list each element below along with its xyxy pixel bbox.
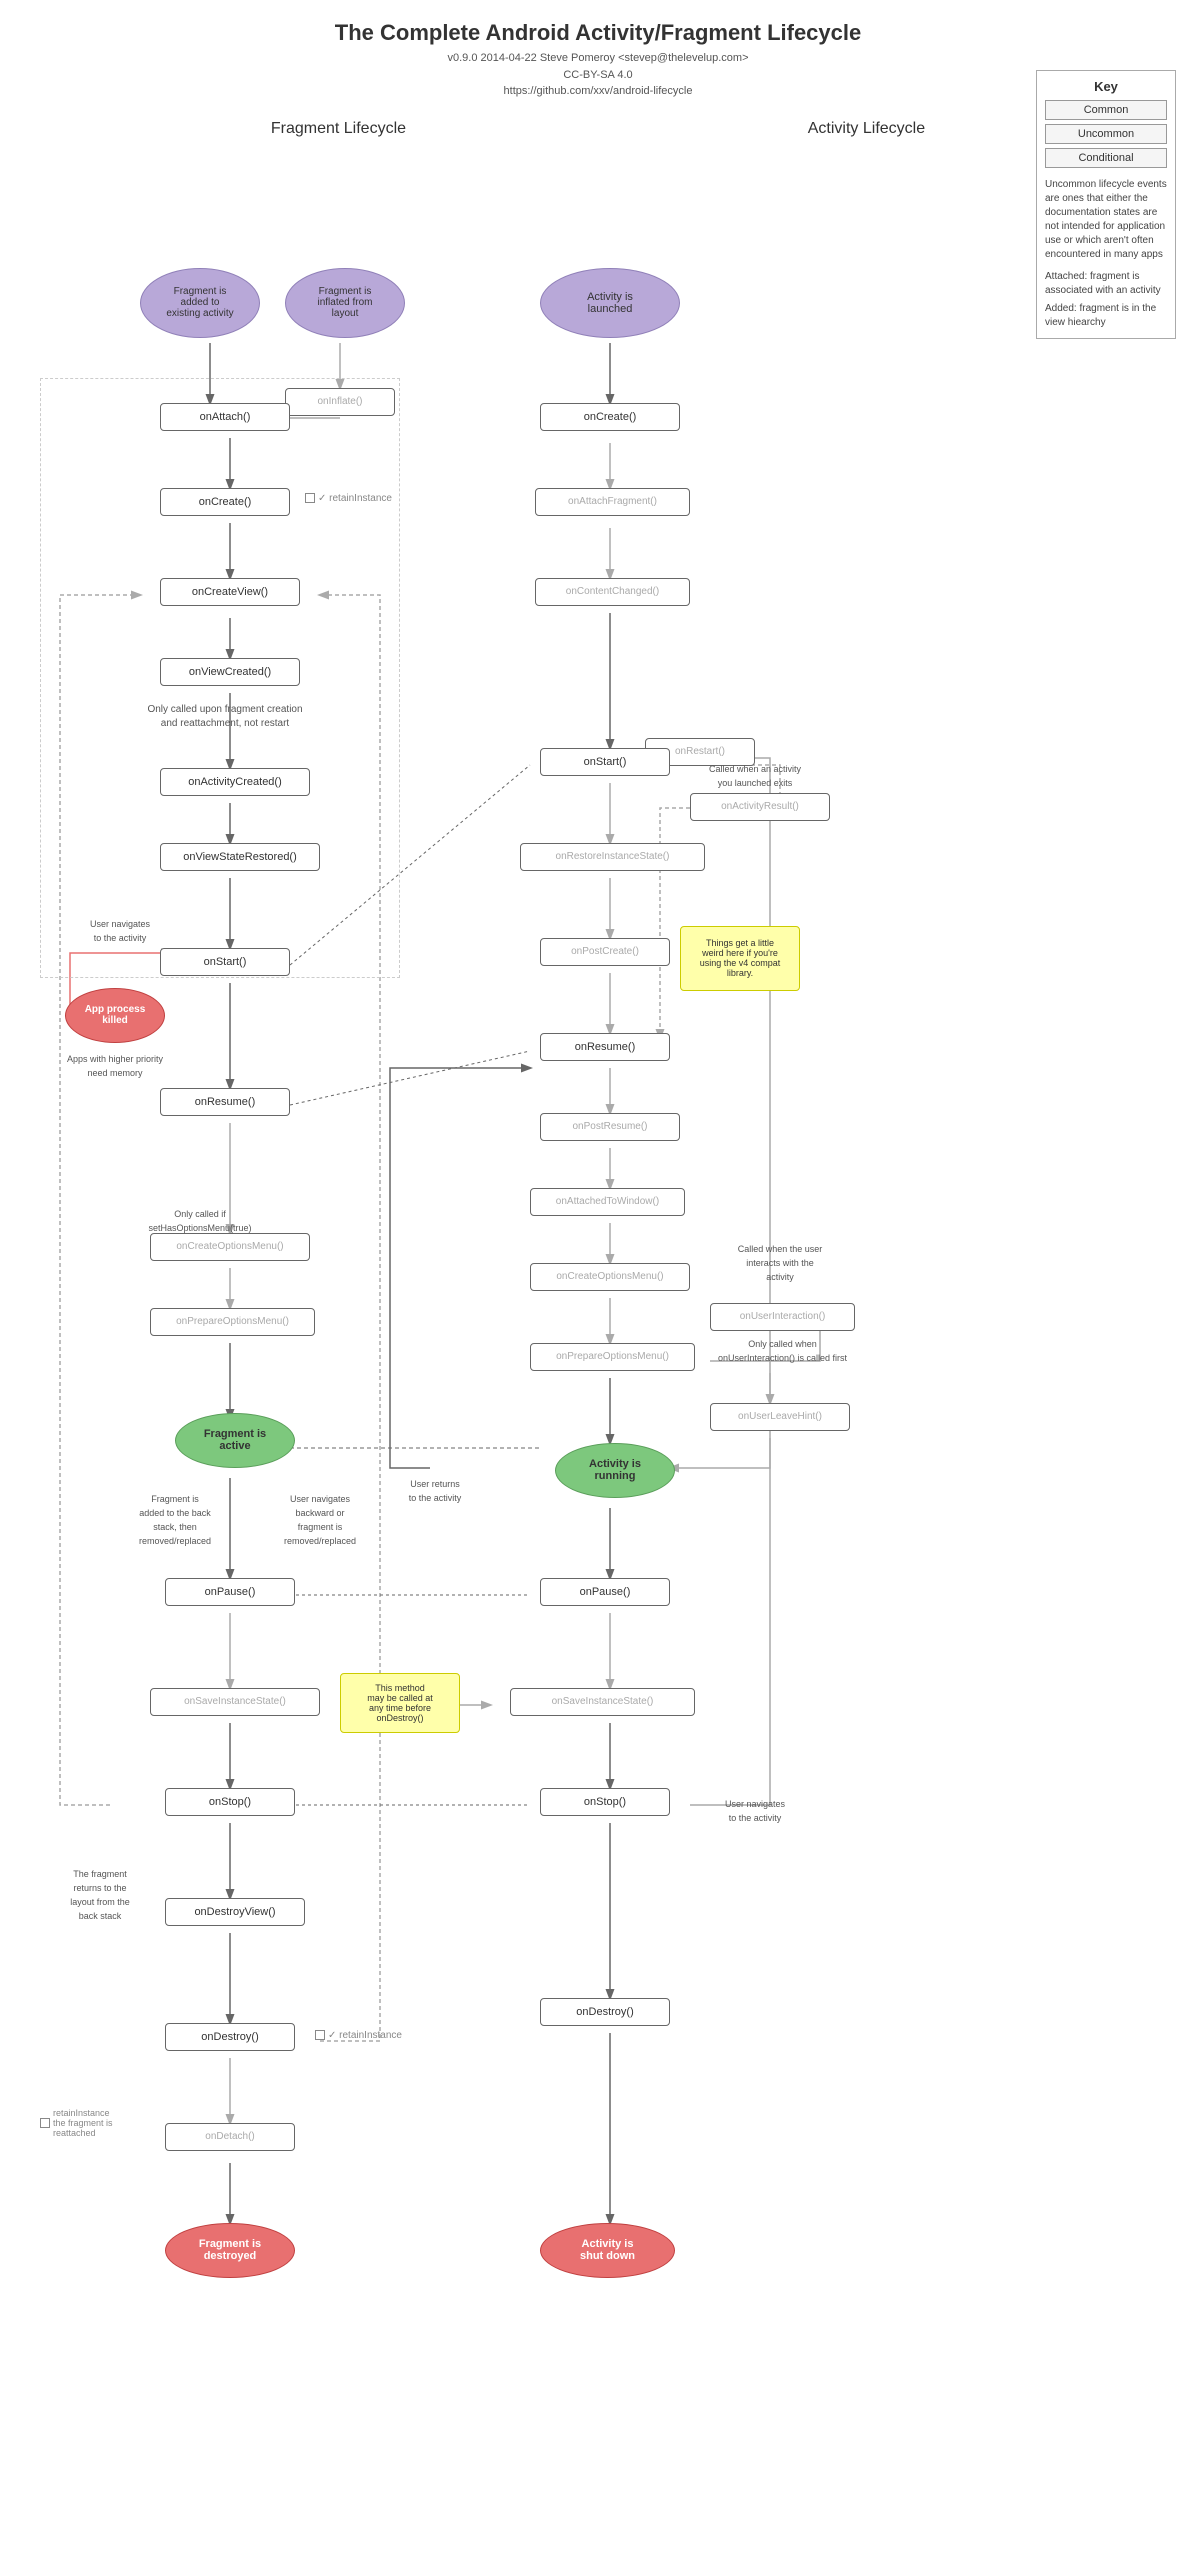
note-frag-back-stack: Fragment is added to the back stack, the… (110, 1493, 240, 1549)
note-only-called-upon: Only called upon fragment creation and r… (125, 703, 325, 731)
node-onCreateOptionsMenu-frag: onCreateOptionsMenu() (150, 1233, 310, 1261)
note-called-when-activity: Called when an activity you launched exi… (680, 763, 830, 791)
note-user-navigates: User navigates to the activity (70, 918, 170, 946)
node-onUserInteraction: onUserInteraction() (710, 1303, 855, 1331)
node-onPrepareOptionsMenu-act: onPrepareOptionsMenu() (530, 1343, 695, 1371)
retain-instance-bottom: retainInstancethe fragment isreattached (40, 2108, 113, 2138)
node-onPause-act: onPause() (540, 1578, 670, 1606)
diagram: Fragment is added to existing activity F… (10, 148, 1186, 2548)
node-fragment-destroyed: Fragment is destroyed (165, 2223, 295, 2278)
node-onCreate-act: onCreate() (540, 403, 680, 431)
node-fragment-start1: Fragment is added to existing activity (140, 268, 260, 338)
node-onViewCreated: onViewCreated() (160, 658, 300, 686)
node-onCreate-frag: onCreate() (160, 488, 290, 516)
node-onUserLeaveHint: onUserLeaveHint() (710, 1403, 850, 1431)
node-onCreateOptionsMenu-act: onCreateOptionsMenu() (530, 1263, 690, 1291)
node-onStop-frag: onStop() (165, 1788, 295, 1816)
node-onPause-frag: onPause() (165, 1578, 295, 1606)
note-only-called-if: Only called if setHasOptionsMenu(true) (120, 1208, 280, 1236)
node-onPostResume: onPostResume() (540, 1113, 680, 1141)
page-container: The Complete Android Activity/Fragment L… (0, 0, 1196, 2568)
section-headers: Fragment Lifecycle Activity Lifecycle (10, 120, 1186, 138)
retain-instance-label-1: ✓ retainInstance (305, 493, 392, 504)
node-onCreateView: onCreateView() (160, 578, 300, 606)
node-onStart-frag: onStart() (160, 948, 290, 976)
node-onStart-act: onStart() (540, 748, 670, 776)
note-this-method: This method may be called at any time be… (340, 1673, 460, 1733)
activity-lifecycle-header: Activity Lifecycle (808, 120, 925, 138)
key-uncommon: Uncommon (1045, 124, 1167, 144)
node-app-process-killed: App process killed (65, 988, 165, 1043)
node-activity-running: Activity is running (555, 1443, 675, 1498)
node-onPostCreate: onPostCreate() (540, 938, 670, 966)
page-title: The Complete Android Activity/Fragment L… (10, 20, 1186, 46)
node-onSaveInstanceState-act: onSaveInstanceState() (510, 1688, 695, 1716)
node-fragment-start2: Fragment is inflated from layout (285, 268, 405, 338)
node-onAttachFragment: onAttachFragment() (535, 488, 690, 516)
node-onDestroy-frag: onDestroy() (165, 2023, 295, 2051)
node-onInflate: onInflate() (285, 388, 395, 416)
node-onAttachedToWindow: onAttachedToWindow() (530, 1188, 685, 1216)
node-onContentChanged: onContentChanged() (535, 578, 690, 606)
node-onViewStateRestored: onViewStateRestored() (160, 843, 320, 871)
fragment-lifecycle-header: Fragment Lifecycle (271, 120, 406, 138)
note-user-navigates-backward: User navigates backward or fragment is r… (260, 1493, 380, 1549)
node-onDestroy-act: onDestroy() (540, 1998, 670, 2026)
node-onResume-act: onResume() (540, 1033, 670, 1061)
node-onAttach: onAttach() (160, 403, 290, 431)
note-called-when-user: Called when the user interacts with the … (720, 1243, 840, 1285)
node-onSaveInstanceState-frag: onSaveInstanceState() (150, 1688, 320, 1716)
key-title: Key (1045, 79, 1167, 94)
note-only-called-when: Only called when onUserInteraction() is … (710, 1338, 855, 1366)
key-common: Common (1045, 100, 1167, 120)
note-apps-higher: Apps with higher priority need memory (50, 1053, 180, 1081)
node-onDestroyView: onDestroyView() (165, 1898, 305, 1926)
node-onActivityCreated: onActivityCreated() (160, 768, 310, 796)
node-fragment-active: Fragment is active (175, 1413, 295, 1468)
node-onStop-act: onStop() (540, 1788, 670, 1816)
node-activity-shutdown: Activity is shut down (540, 2223, 675, 2278)
node-activity-launched: Activity is launched (540, 268, 680, 338)
note-things-get-weird: Things get a little weird here if you're… (680, 926, 800, 991)
node-onPrepareOptionsMenu-frag: onPrepareOptionsMenu() (150, 1308, 315, 1336)
note-user-returns: User returns to the activity (380, 1478, 490, 1506)
retain-instance-label-2: ✓ retainInstance (315, 2030, 402, 2041)
node-onDetach: onDetach() (165, 2123, 295, 2151)
node-onRestoreInstanceState: onRestoreInstanceState() (520, 843, 705, 871)
note-user-navigates-to-activity: User navigates to the activity (690, 1798, 820, 1826)
node-onActivityResult: onActivityResult() (690, 793, 830, 821)
node-onResume-frag: onResume() (160, 1088, 290, 1116)
note-frag-returns: The fragment returns to the layout from … (40, 1868, 160, 1924)
subtitle: v0.9.0 2014-04-22 Steve Pomeroy <stevep@… (10, 50, 1186, 100)
